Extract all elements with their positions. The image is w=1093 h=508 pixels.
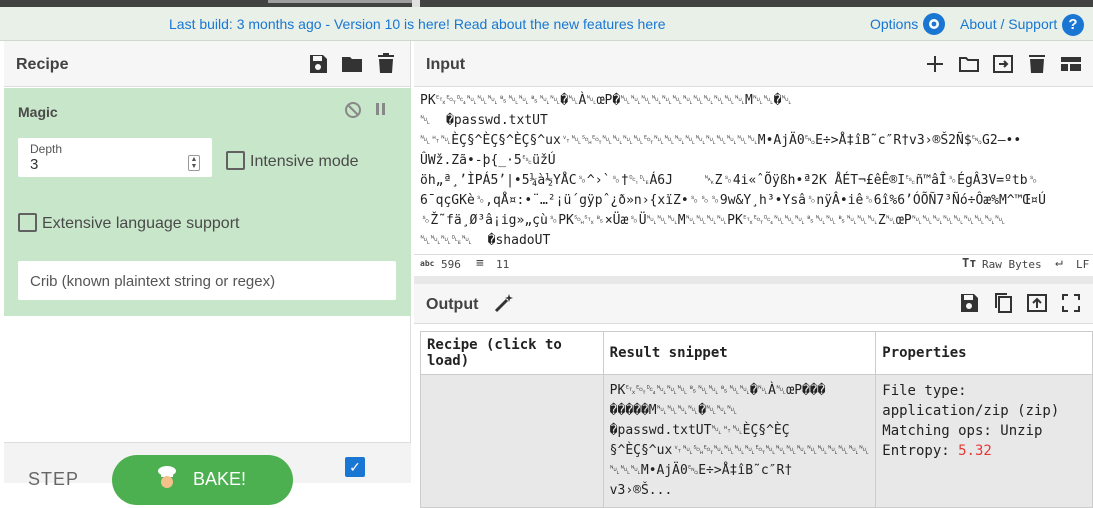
depth-value[interactable]: 3 [30,156,38,173]
input-line: ␀ �passwd.txtUT [420,113,548,128]
table-header-row: Recipe (click to load) Result snippet Pr… [420,331,1093,375]
window-tab-strip [0,0,1093,7]
auto-bake-checkbox[interactable]: ✓ [345,457,365,477]
replace-input-icon[interactable] [1025,291,1049,315]
here-link[interactable]: here [638,16,666,32]
panel-resizer[interactable] [414,276,1093,284]
depth-stepper[interactable]: ▲ ▼ [188,155,200,171]
magic-wand-icon[interactable] [493,292,515,314]
col-recipe-header: Recipe (click to load) [420,331,604,375]
recipe-cell[interactable] [420,374,604,508]
extensive-language-label: Extensive language support [42,215,240,232]
tab-indicator [268,0,418,3]
pause-icon[interactable] [374,102,388,116]
output-title: Output [426,296,479,313]
col-properties-header: Properties [875,331,1093,375]
trash-icon[interactable] [374,52,398,76]
crib-input[interactable]: Crib (known plaintext string or regex) [18,261,396,300]
eol-selector[interactable]: LF [1076,258,1089,271]
layout-icon[interactable] [1059,52,1083,76]
output-panel: Output Recipe (click to load) Result sni… [414,284,1093,508]
save-recipe-icon[interactable] [306,52,330,76]
bake-label: BAKE! [193,469,247,489]
intensive-mode-label: Intensive mode [250,153,359,170]
notice-banner: Last build: 3 months ago - Version 10 is… [0,7,1093,41]
input-line: PK␃␄␔␀␀␀␈␀␀␈␀␀�␀À␀œP�␀␀␀␀␀␀␀␀␀␀␀␀M␀␀�␀ [420,93,792,108]
input-lines-count: 11 [496,258,510,271]
file-type-label: File type: [882,383,967,399]
col-snippet-header: Result snippet [602,331,877,375]
input-line: öh„ª¸ʼÌPÁ5ʼ|•5¼à½YÅC␎^›`␎†␑␐Á6J ␕Z␎4i«ˆÕ… [420,173,1038,188]
open-folder-icon[interactable] [957,52,981,76]
chef-icon [158,466,176,488]
gear-icon[interactable] [923,13,945,35]
recipe-panel: Recipe Magic Depth 3 ▲ ▼ Intensive mode E… [4,41,411,505]
input-line: ÛWž.Zã•-þ{_·5␛üžÚ [420,153,556,168]
lines-icon: ≡ [476,256,484,271]
save-output-icon[interactable] [957,291,981,315]
disable-icon[interactable] [344,101,362,119]
open-file-icon[interactable] [991,52,1015,76]
intensive-mode-checkbox[interactable] [226,151,245,170]
eol-icon: ↵ [1055,255,1063,270]
input-line: ␎Ž˜fä¸Ø³â¡ig»„çù␎PK␁␂␈×Üæ␎Ü␀␀␀M␀␀␀␀PK␃␄␔… [420,213,1006,228]
input-title: Input [426,56,466,73]
last-build-text: Last build: 3 months ago [169,16,322,32]
input-line: ␀␀␀␐␀ �shadoUT [420,233,551,248]
input-header: Input [414,41,1093,87]
snippet-cell: PK␃␄␔␀␀␀␈␀␀␈␀␀�␀À␀œP��� �����M␀␀␀␀�␀␀␀ �… [602,374,877,508]
banner-message: Last build: 3 months ago - Version 10 is… [169,16,666,32]
help-icon[interactable]: ? [1062,14,1084,36]
bake-bar: STEP BAKE! ✓ [4,442,411,505]
recipe-header: Recipe [4,41,410,87]
file-type-value: application/zip (zip) [882,403,1060,419]
input-textarea[interactable]: PK␃␄␔␀␀␀␈␀␀␈␀␀�␀À␀œP�␀␀␀␀␀␀␀␀␀␀␀␀M␀␀�␀ ␀ … [420,91,1090,251]
input-status-bar: abc 596 ≡ 11 Tт Raw Bytes ↵ LF [414,254,1093,276]
length-icon: abc [420,259,435,268]
about-support-link[interactable]: About / Support [960,16,1057,32]
magic-operation: Magic Depth 3 ▲ ▼ Intensive mode Extensiv… [4,88,411,316]
operation-title: Magic [18,104,58,120]
input-line: 6¯qçGKè␎,qÅ¤:•¨…²¡ü´gÿpˆ¿ð»n›{xïZ•␎␎␎9w&… [420,193,1046,208]
maximize-icon[interactable] [1059,291,1083,315]
entropy-label: Entropy: [882,443,959,459]
magic-results-table: Recipe (click to load) Result snippet Pr… [420,331,1093,508]
input-line: ␀␉␀ÈÇ§^ÈÇ§^ÈÇ§^ux␋␀␁␄␀␀␀␀␄␀␀␀␀␀␀␀␀␀␀M•Aj… [420,133,1022,148]
version-notice: - Version 10 is here! Read about the new… [321,16,638,32]
matching-ops: Matching ops: Unzip [882,423,1043,439]
clear-input-icon[interactable] [1025,52,1049,76]
crib-placeholder: Crib (known plaintext string or regex) [30,273,276,290]
input-length: 596 [441,258,461,271]
bake-button[interactable]: BAKE! [112,455,293,505]
depth-label: Depth [30,142,63,156]
add-tab-icon[interactable] [923,52,947,76]
encoding-icon: Tт [962,256,977,270]
output-header: Output [414,284,1093,324]
tab-edge [412,0,420,7]
options-link[interactable]: Options [870,16,918,32]
input-panel: Input PK␃␄␔␀␀␀␈␀␀␈␀␀�␀À␀œP�␀␀␀␀␀␀␀␀␀␀␀␀M… [414,41,1093,277]
folder-icon[interactable] [340,52,364,76]
extensive-language-checkbox[interactable] [18,213,37,232]
entropy-value: 5.32 [958,443,992,459]
step-button[interactable]: STEP [28,469,79,490]
recipe-title: Recipe [16,56,69,73]
table-row[interactable]: PK␃␄␔␀␀␀␈␀␀␈␀␀�␀À␀œP��� �����M␀␀␀␀�␀␀␀ �… [420,374,1093,508]
copy-icon[interactable] [991,291,1015,315]
encoding-selector[interactable]: Raw Bytes [982,258,1042,271]
depth-field[interactable]: Depth 3 ▲ ▼ [18,138,212,177]
properties-cell: File type: application/zip (zip) Matchin… [875,374,1093,508]
